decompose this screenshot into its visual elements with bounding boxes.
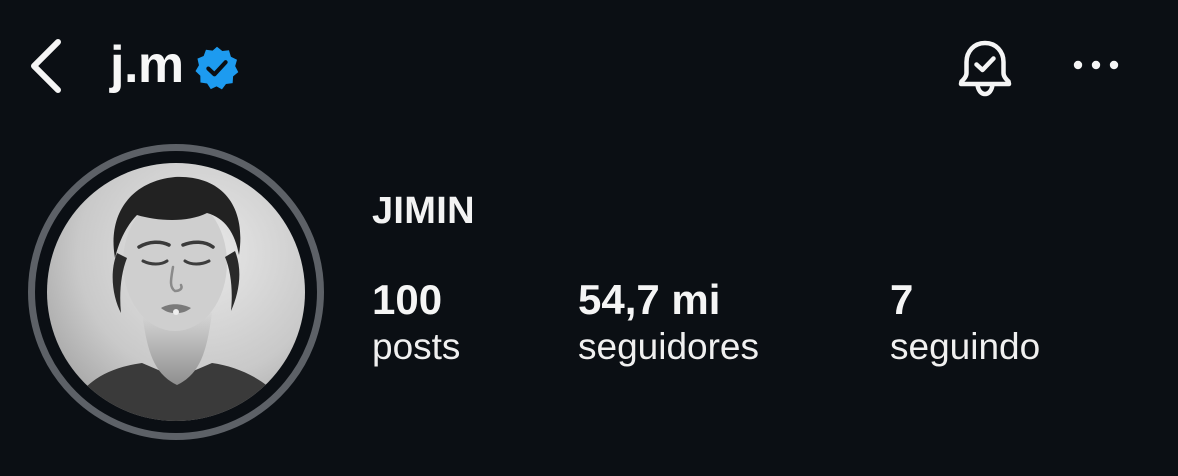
followers-stat[interactable]: 54,7 mi seguidores (578, 276, 759, 371)
followers-label: seguidores (578, 326, 760, 368)
display-name: JIMIN (372, 190, 475, 232)
posts-label: posts (372, 326, 461, 368)
following-stat[interactable]: 7 seguindo (890, 276, 1040, 371)
profile-screen: j.m JIMIN 100 posts 54,7 mi seguidores 7… (0, 0, 1178, 476)
username: j.m (110, 36, 184, 94)
posts-count: 100 (372, 276, 443, 323)
back-button[interactable] (22, 36, 70, 96)
profile-avatar[interactable] (28, 144, 324, 440)
followers-count: 54,7 mi (578, 276, 721, 323)
following-count: 7 (890, 276, 914, 323)
more-options-button[interactable] (1066, 40, 1126, 90)
notifications-button[interactable] (950, 34, 1020, 104)
chevron-left-icon (31, 39, 61, 93)
more-horizontal-icon (1073, 60, 1119, 70)
following-label: seguindo (890, 326, 1041, 368)
posts-stat[interactable]: 100 posts (372, 276, 460, 371)
verified-badge-icon (195, 46, 238, 90)
avatar-photo (47, 163, 305, 421)
username-header: j.m (110, 30, 240, 100)
bell-check-icon (958, 40, 1012, 97)
